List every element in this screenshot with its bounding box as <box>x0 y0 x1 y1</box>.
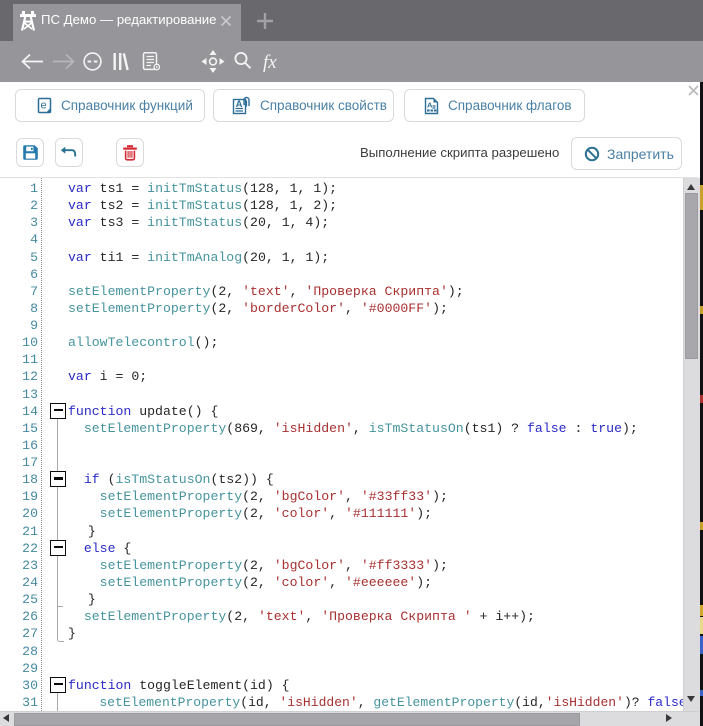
svg-text:e: e <box>41 100 47 112</box>
svg-text:fx: fx <box>263 52 277 73</box>
svg-text:A: A <box>427 100 433 109</box>
